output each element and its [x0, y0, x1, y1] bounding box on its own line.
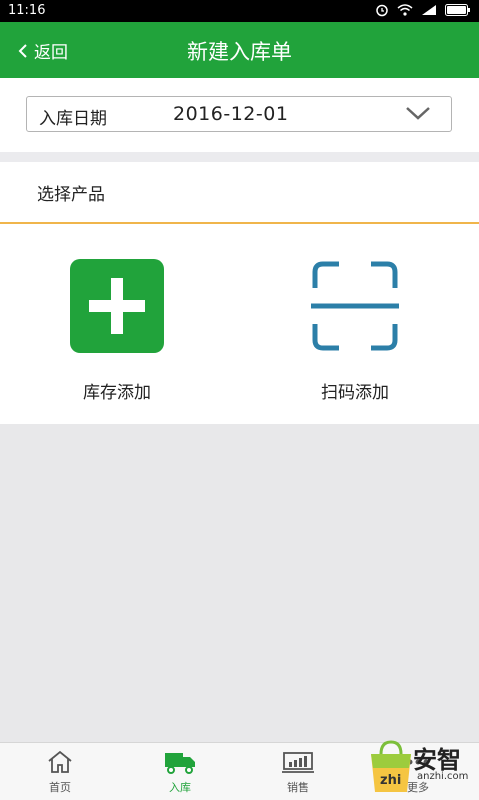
section-title: 选择产品	[37, 185, 105, 205]
date-value: 2016-12-01	[173, 103, 289, 125]
svg-text:zhi: zhi	[380, 773, 401, 788]
tab-sales[interactable]: 销售	[258, 749, 338, 795]
tab-inbound[interactable]: 入库	[140, 749, 220, 795]
tab-inbound-label: 入库	[169, 781, 191, 794]
date-picker[interactable]: 入库日期 2016-12-01	[26, 96, 452, 132]
section-divider	[0, 222, 479, 224]
status-bar: 11:16	[0, 0, 479, 22]
scan-add-label: 扫码添加	[321, 383, 389, 403]
wifi-icon	[397, 4, 413, 16]
chevron-down-icon	[406, 107, 430, 120]
add-icon	[70, 259, 164, 353]
section-gap	[0, 152, 479, 162]
inventory-add-label: 库存添加	[83, 383, 151, 403]
tab-home-label: 首页	[49, 781, 71, 794]
anzhi-watermark: zhi 安智 anzhi.com	[367, 738, 475, 796]
tab-sales-label: 销售	[287, 781, 309, 794]
scan-icon	[311, 261, 399, 351]
date-label: 入库日期	[39, 109, 107, 129]
scan-add-button[interactable]: 扫码添加	[285, 258, 425, 403]
shopping-bag-icon: zhi	[371, 740, 411, 792]
status-time: 11:16	[8, 3, 46, 18]
signal-icon	[422, 5, 436, 15]
chart-icon	[282, 752, 314, 773]
page-title: 新建入库单	[187, 40, 292, 64]
watermark-title: 安智	[413, 746, 461, 774]
nav-bar: 返回 新建入库单	[0, 22, 479, 78]
home-icon	[48, 750, 72, 773]
battery-icon	[445, 4, 470, 16]
inventory-add-button[interactable]: 库存添加	[47, 258, 187, 403]
date-row: 入库日期 2016-12-01	[0, 78, 479, 152]
watermark-url: anzhi.com	[417, 771, 469, 782]
status-icons	[375, 3, 471, 17]
truck-icon	[165, 753, 195, 774]
tab-home[interactable]: 首页	[20, 749, 100, 795]
alarm-icon	[376, 4, 388, 17]
product-section: 选择产品 库存添加 扫码添加	[0, 162, 479, 424]
